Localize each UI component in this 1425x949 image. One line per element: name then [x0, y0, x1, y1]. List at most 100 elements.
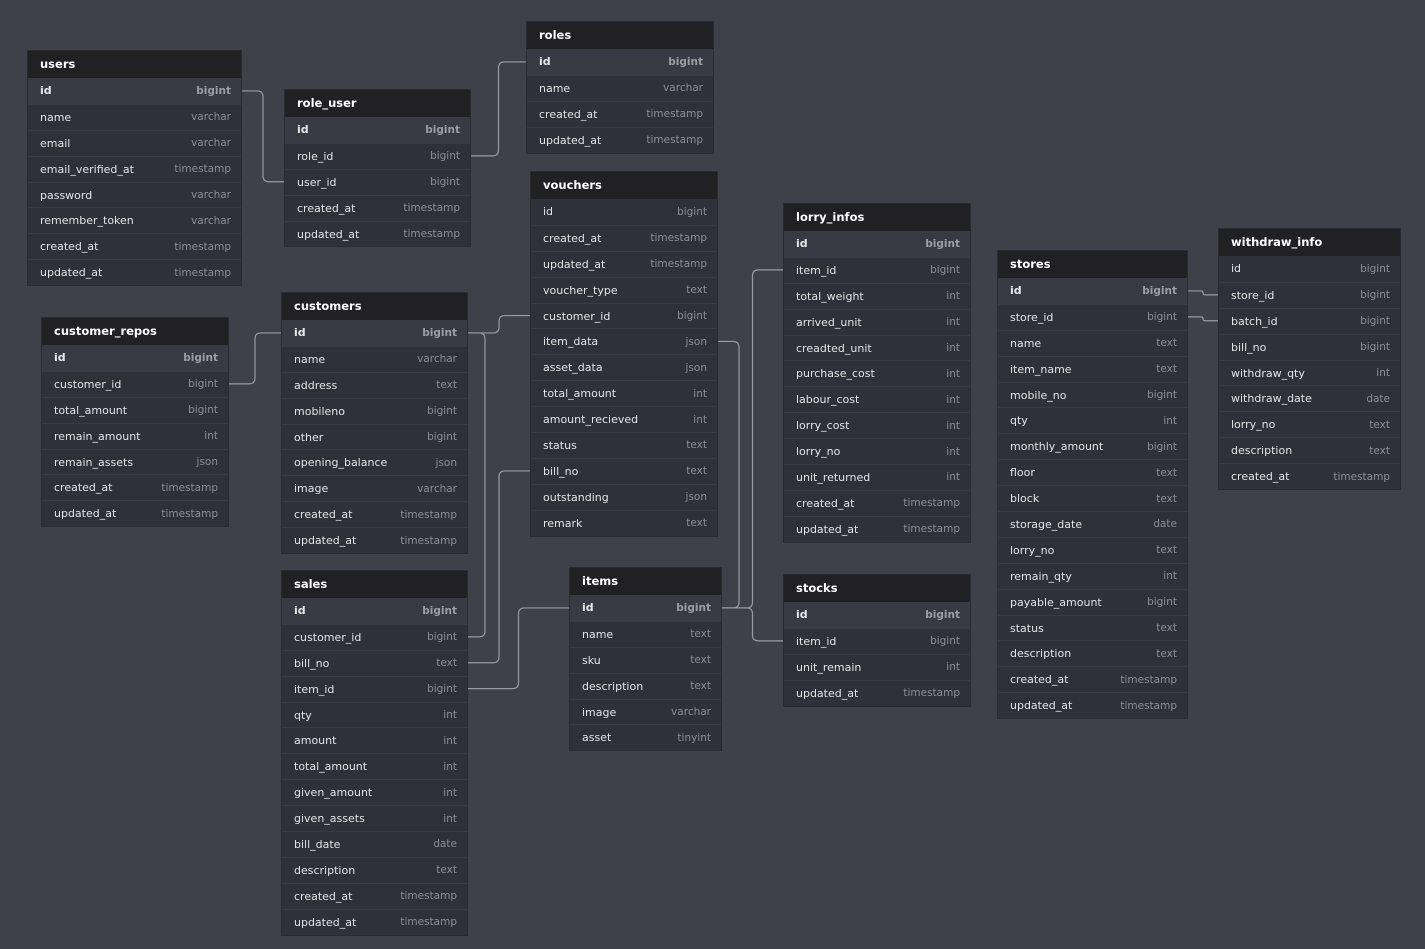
field-row[interactable]: amount_recieved int [531, 406, 717, 432]
field-row[interactable]: withdraw_qty int [1219, 359, 1400, 386]
table-role-user[interactable]: role_user id bigint role_id bigint user_id big… [285, 90, 470, 247]
relation-line-users-id-to-role-user-user-id[interactable] [241, 90, 285, 183]
field-row[interactable]: customer_id bigint [282, 623, 467, 650]
field-row[interactable]: remark text [531, 509, 717, 536]
primary-key-row[interactable]: id bigint [570, 595, 721, 621]
field-row[interactable]: updated_at timestamp [531, 250, 717, 277]
field-row[interactable]: qty int [998, 407, 1187, 433]
primary-key-row[interactable]: id bigint [285, 117, 470, 143]
field-row[interactable]: lorry_cost int [784, 412, 970, 438]
field-row[interactable]: arrived_unit int [784, 308, 970, 335]
relation-line-stores-store-id-to-withdraw-info-batch-id[interactable] [1187, 316, 1219, 322]
field-row[interactable]: customer_id bigint [531, 302, 717, 329]
field-row[interactable]: total_amount bigint [42, 396, 228, 423]
field-row[interactable]: remain_qty int [998, 562, 1187, 589]
field-row[interactable]: storage_date date [998, 511, 1187, 537]
table-title[interactable]: stores [998, 251, 1187, 278]
field-row[interactable]: other bigint [282, 423, 467, 450]
field-row[interactable]: customer_id bigint [42, 370, 228, 397]
field-row[interactable]: lorry_no text [1219, 411, 1400, 437]
table-title[interactable]: withdraw_info [1219, 229, 1400, 256]
primary-key-row[interactable]: id bigint [784, 602, 970, 628]
field-row[interactable]: payable_amount bigint [998, 588, 1187, 615]
field-row[interactable]: bill_date date [282, 831, 467, 857]
field-row[interactable]: password varchar [28, 181, 241, 208]
field-row[interactable]: name text [570, 620, 721, 647]
field-row[interactable]: description text [282, 856, 467, 883]
field-row[interactable]: total_weight int [784, 282, 970, 309]
field-row[interactable]: updated_at timestamp [282, 908, 467, 935]
field-row[interactable]: bill_no text [282, 649, 467, 676]
field-row[interactable]: id bigint [531, 199, 717, 225]
field-row[interactable]: status text [531, 432, 717, 458]
relation-line-items-id-to-lorry-infos-item-id[interactable] [721, 269, 784, 609]
field-row[interactable]: created_at timestamp [28, 233, 241, 259]
field-row[interactable]: status text [998, 614, 1187, 641]
field-row[interactable]: bill_no text [531, 457, 717, 484]
field-row[interactable]: name varchar [527, 74, 713, 101]
table-title[interactable]: customer_repos [42, 318, 228, 345]
table-customers[interactable]: customers id bigint name varchar address text m… [282, 293, 467, 554]
table-stores[interactable]: stores id bigint store_id bigint name text item… [998, 251, 1187, 719]
field-row[interactable]: asset tinyint [570, 724, 721, 750]
field-row[interactable]: updated_at timestamp [28, 259, 241, 285]
table-roles[interactable]: roles id bigint name varchar created_at timest… [527, 22, 713, 153]
field-row[interactable]: given_amount int [282, 779, 467, 805]
primary-key-row[interactable]: id bigint [42, 345, 228, 371]
field-row[interactable]: lorry_no int [784, 438, 970, 464]
primary-key-row[interactable]: id bigint [527, 49, 713, 75]
field-row[interactable]: id bigint [1219, 256, 1400, 282]
field-row[interactable]: amount int [282, 727, 467, 753]
field-row[interactable]: store_id bigint [1219, 281, 1400, 308]
field-row[interactable]: name text [998, 329, 1187, 356]
field-row[interactable]: mobile_no bigint [998, 381, 1187, 408]
field-row[interactable]: created_at timestamp [531, 224, 717, 251]
field-row[interactable]: total_amount int [282, 753, 467, 779]
field-row[interactable]: opening_balance json [282, 449, 467, 475]
field-row[interactable]: voucher_type text [531, 276, 717, 303]
field-row[interactable]: description text [570, 672, 721, 699]
field-row[interactable]: lorry_no text [998, 536, 1187, 563]
relation-line-vouchers-bill-no-to-sales-bill-no[interactable] [467, 470, 531, 664]
table-title[interactable]: items [570, 568, 721, 595]
field-row[interactable]: updated_at timestamp [285, 220, 470, 247]
field-row[interactable]: updated_at timestamp [42, 500, 228, 526]
field-row[interactable]: email_verified_at timestamp [28, 155, 241, 182]
field-row[interactable]: floor text [998, 459, 1187, 485]
field-row[interactable]: created_at timestamp [527, 100, 713, 127]
field-row[interactable]: remain_assets json [42, 448, 228, 475]
field-row[interactable]: remain_amount int [42, 422, 228, 449]
table-customer-repos[interactable]: customer_repos id bigint customer_id bigint t… [42, 318, 228, 527]
field-row[interactable]: created_at timestamp [282, 882, 467, 909]
field-row[interactable]: updated_at timestamp [998, 692, 1187, 718]
primary-key-row[interactable]: id bigint [998, 278, 1187, 304]
relation-line-items-id-to-sales-item-id[interactable] [467, 607, 570, 690]
table-vouchers[interactable]: vouchers id bigint created_at timestamp updat… [531, 172, 717, 536]
field-row[interactable]: store_id bigint [998, 303, 1187, 330]
field-row[interactable]: bill_no bigint [1219, 333, 1400, 360]
field-row[interactable]: remember_token varchar [28, 207, 241, 233]
field-row[interactable]: created_at timestamp [784, 489, 970, 516]
relation-line-items-id-to-stocks-item-id[interactable] [721, 607, 784, 642]
field-row[interactable]: item_id bigint [784, 256, 970, 283]
field-row[interactable]: name varchar [282, 345, 467, 372]
field-row[interactable]: mobileno bigint [282, 397, 467, 424]
field-row[interactable]: created_at timestamp [998, 666, 1187, 692]
field-row[interactable]: name varchar [28, 103, 241, 130]
field-row[interactable]: image varchar [570, 698, 721, 725]
field-row[interactable]: role_id bigint [285, 142, 470, 169]
field-row[interactable]: purchase_cost int [784, 360, 970, 386]
field-row[interactable]: created_at timestamp [285, 194, 470, 221]
field-row[interactable]: created_at timestamp [1219, 463, 1400, 489]
field-row[interactable]: qty int [282, 701, 467, 728]
field-row[interactable]: created_at timestamp [42, 474, 228, 500]
table-title[interactable]: stocks [784, 575, 970, 602]
field-row[interactable]: item_data json [531, 328, 717, 354]
field-row[interactable]: labour_cost int [784, 386, 970, 412]
field-row[interactable]: item_id bigint [784, 627, 970, 654]
field-row[interactable]: sku text [570, 646, 721, 673]
field-row[interactable]: description text [1219, 437, 1400, 463]
field-row[interactable]: image varchar [282, 475, 467, 501]
table-title[interactable]: lorry_infos [784, 204, 970, 231]
field-row[interactable]: outstanding json [531, 483, 717, 510]
